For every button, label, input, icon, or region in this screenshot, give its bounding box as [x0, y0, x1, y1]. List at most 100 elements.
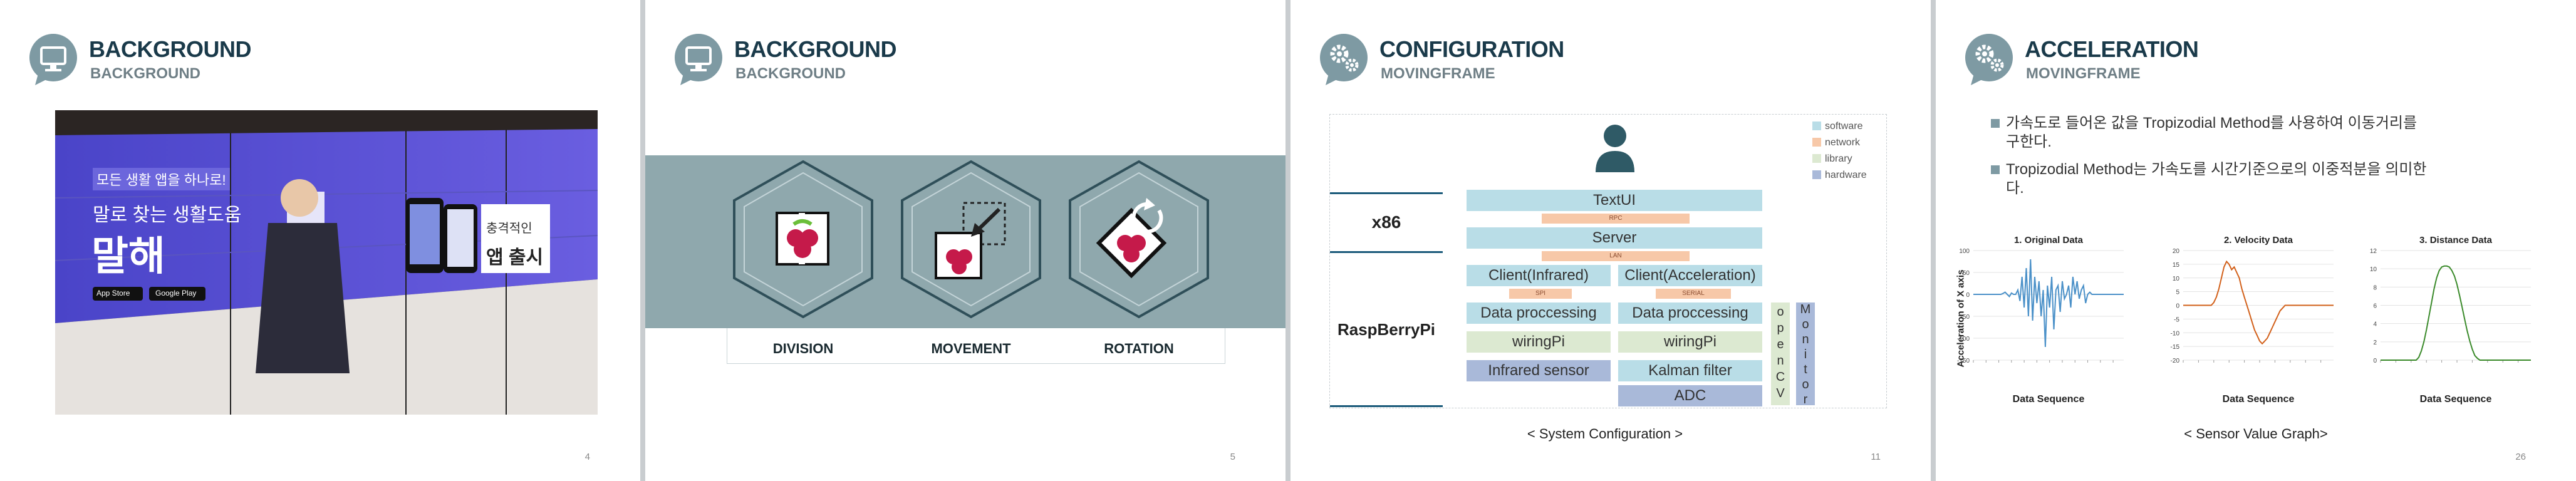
client-acceleration-block: Client(Acceleration)	[1618, 265, 1762, 286]
user-icon	[1596, 125, 1634, 172]
y-tick-label: 5	[2176, 289, 2179, 296]
serial-link: SERIAL	[1656, 289, 1731, 299]
chart-title: 3. Distance Data	[2419, 235, 2493, 246]
y-tick-label: -10	[2171, 330, 2180, 337]
bullet-2-line-2: 다.	[2006, 180, 2024, 197]
x-axis-label: Data Sequence	[2223, 394, 2295, 405]
slide-acceleration[interactable]: ACCELERATION MOVINGFRAME 가속도로 들어온 값을 Tro…	[1936, 0, 2576, 481]
chart-title: 2. Velocity Data	[2224, 235, 2293, 246]
gears-icon	[1320, 34, 1368, 85]
monitor-icon	[29, 34, 77, 85]
page-number: 26	[2515, 452, 2526, 462]
raspberry-rotate-icon	[1069, 160, 1209, 319]
distance-data-chart: 3. Distance Data 12 10 8 6 4 2 0 Data Sequence	[2370, 235, 2531, 405]
opencv-block: openCV	[1771, 303, 1790, 405]
series-line	[2183, 260, 2334, 345]
bullet-2: Tropizodial Method는 가속도를 시간기준으로의 이중적분을 의…	[1991, 160, 2507, 198]
slide-subtitle: MOVINGFRAME	[2026, 65, 2141, 82]
y-tick-label: 2	[2373, 339, 2377, 346]
wiringpi-1: wiringPi	[1467, 331, 1611, 353]
monitor-icon	[675, 34, 722, 85]
original-data-chart: 1. Original Data 100 50 0 -50 -100 -150 Data Se…	[1957, 235, 2124, 405]
google-play-badge: Google Play	[155, 289, 197, 297]
legend-library: library	[1812, 151, 1867, 167]
y-tick-label: 100	[1959, 248, 1970, 255]
advertisement-photo: 모든 생활 앱을 하나로! 말로 찾는 생활도움 말해 충격적인 앱 출시 Ap…	[55, 110, 598, 415]
y-tick-label: 15	[2173, 262, 2180, 269]
slide-background-2[interactable]: BACKGROUND BACKGROUND DIVISION MOVEMENT …	[645, 0, 1285, 481]
page-number: 4	[584, 452, 590, 462]
page-number: 5	[1230, 452, 1235, 462]
system-diagram: software network library hardware x86 Ra…	[1329, 114, 1887, 408]
bullet-1-line-1: 가속도로 들어온 값을 Tropizodial Method를 사용하여 이동거…	[2006, 115, 2418, 132]
lan-link: LAN	[1542, 251, 1690, 261]
textui-block: TextUI	[1467, 190, 1762, 211]
wiringpi-2: wiringPi	[1618, 331, 1762, 353]
kalman-filter-block: Kalman filter	[1618, 360, 1762, 381]
bullet-marker	[1991, 119, 2000, 128]
infrared-sensor-block: Infrared sensor	[1467, 360, 1611, 381]
spi-link: SPI	[1509, 289, 1572, 299]
bullet-1-line-2: 구한다.	[2006, 133, 2052, 150]
y-tick-label: 0	[2373, 358, 2377, 365]
raspberry-move-icon	[901, 160, 1041, 319]
y-tick-label: -150	[1957, 358, 1970, 365]
y-tick-label: 12	[2370, 248, 2377, 255]
y-tick-label: -20	[2171, 358, 2180, 365]
slide-subtitle: BACKGROUND	[90, 65, 200, 82]
ad-brand: 말해	[91, 234, 165, 279]
y-tick-label: -50	[1961, 314, 1970, 321]
slide-title: CONFIGURATION	[1379, 36, 1564, 62]
y-tick-label: 10	[2370, 266, 2377, 273]
ad-release-label: 충격적인	[486, 222, 532, 235]
legend-network: network	[1812, 135, 1867, 151]
legend-hardware: hardware	[1812, 167, 1867, 184]
y-tick-label: 6	[2373, 303, 2377, 310]
bullet-marker	[1991, 165, 2000, 174]
ad-headline: 말로 찾는 생활도움	[93, 205, 242, 225]
page-number: 11	[1871, 452, 1881, 462]
rotation-label: ROTATION	[1104, 341, 1174, 356]
y-tick-label: 0	[1966, 292, 1970, 299]
legend-software: software	[1812, 118, 1867, 135]
x-axis-label: Data Sequence	[2013, 394, 2085, 405]
slide-configuration[interactable]: CONFIGURATION MOVINGFRAME software netwo…	[1291, 0, 1931, 481]
adc-block: ADC	[1618, 385, 1762, 406]
legend: software network library hardware	[1812, 118, 1867, 184]
y-tick-label: 10	[2173, 276, 2180, 282]
rpi-divider-bottom	[1330, 405, 1443, 407]
ad-tagline: 모든 생활 앱을 하나로!	[93, 168, 230, 190]
diagram-caption: < System Configuration >	[1527, 426, 1683, 442]
y-tick-label: 8	[2373, 284, 2377, 291]
y-tick-label: -100	[1957, 336, 1970, 343]
x86-divider-top	[1330, 192, 1443, 194]
y-tick-label: 50	[1963, 270, 1970, 277]
slide-subtitle: BACKGROUND	[735, 65, 846, 82]
x86-divider-bottom	[1330, 251, 1443, 253]
raspberry-split-icon	[733, 160, 873, 319]
rpi-label: RaspBerryPi	[1337, 320, 1436, 339]
chart-title: 1. Original Data	[2014, 235, 2084, 246]
gears-icon	[1965, 34, 2013, 85]
slide-background-1[interactable]: BACKGROUND BACKGROUND 모든 생활 앱을 하나로! 말로 찾…	[0, 0, 640, 481]
app-store-badge: App Store	[96, 289, 130, 297]
data-processing-2: Data proccessing	[1618, 303, 1762, 324]
server-block: Server	[1467, 227, 1762, 249]
y-tick-label: 20	[2173, 248, 2180, 255]
ad-release: 앱 출시	[486, 247, 544, 268]
slide-title: BACKGROUND	[89, 36, 252, 62]
y-tick-label: -15	[2171, 344, 2180, 351]
x86-label: x86	[1371, 212, 1401, 232]
graph-caption: < Sensor Value Graph>	[2184, 426, 2328, 442]
division-label: DIVISION	[772, 341, 834, 356]
slide-title: ACCELERATION	[2025, 36, 2199, 62]
movement-label: MOVEMENT	[931, 341, 1011, 356]
bullet-1: 가속도로 들어온 값을 Tropizodial Method를 사용하여 이동거…	[1991, 114, 2507, 152]
slide-subtitle: MOVINGFRAME	[1381, 65, 1495, 82]
x-axis-label: Data Sequence	[2420, 394, 2492, 405]
bullet-2-line-1: Tropizodial Method는 가속도를 시간기준으로의 이중적분을 의…	[2006, 161, 2427, 178]
rpc-link: RPC	[1542, 214, 1690, 224]
velocity-data-chart: 2. Velocity Data 20 15 10 5 0 -5 -10 -15 -20 Data …	[2171, 235, 2334, 405]
client-infrared-block: Client(Infrared)	[1467, 265, 1611, 286]
data-processing-1: Data proccessing	[1467, 303, 1611, 324]
